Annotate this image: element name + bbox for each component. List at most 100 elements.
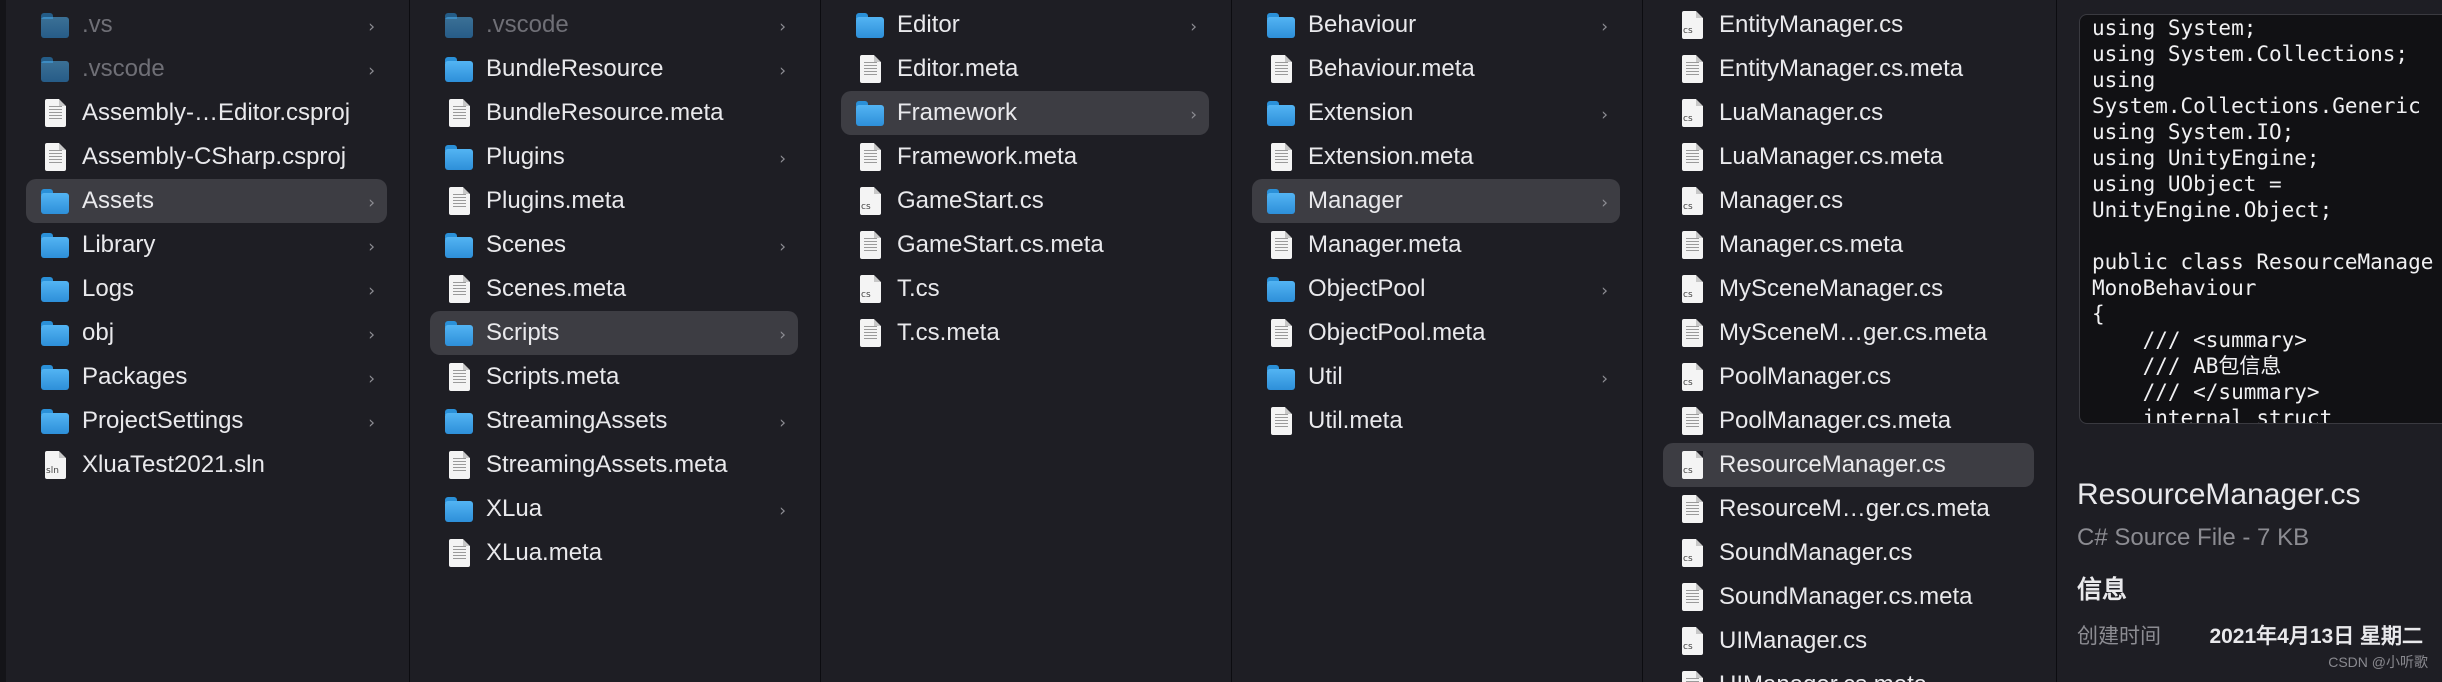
folder-item-logs[interactable]: Logs › [26, 267, 387, 311]
file-item-luamanager-cs-meta[interactable]: LuaManager.cs.meta [1663, 135, 2034, 179]
file-item-t-cs-meta[interactable]: T.cs.meta [841, 311, 1209, 355]
file-item-myscenem-ger-cs-meta[interactable]: MySceneM…ger.cs.meta [1663, 311, 2034, 355]
item-label: Assets [82, 187, 155, 214]
item-label: StreamingAssets [486, 407, 668, 434]
folder-icon [444, 406, 474, 436]
file-item-gamestart-cs-meta[interactable]: GameStart.cs.meta [841, 223, 1209, 267]
file-item-extension-meta[interactable]: Extension.meta [1252, 135, 1620, 179]
folder-item-framework[interactable]: Framework › [841, 91, 1209, 135]
file-item-entitymanager-cs-meta[interactable]: EntityManager.cs.meta [1663, 47, 2034, 91]
chevron-right-icon: › [1601, 369, 1608, 389]
folder-item-assets[interactable]: Assets › [26, 179, 387, 223]
item-label: ObjectPool [1308, 275, 1426, 302]
file-item-framework-meta[interactable]: Framework.meta [841, 135, 1209, 179]
item-label: obj [82, 319, 115, 346]
code-line: using System.Collections; [2092, 42, 2409, 66]
chevron-right-icon: › [1190, 105, 1197, 125]
folder-item-projectsettings[interactable]: ProjectSettings › [26, 399, 387, 443]
file-item-streamingassets-meta[interactable]: StreamingAssets.meta [430, 443, 798, 487]
folder-item-bundleresource[interactable]: BundleResource › [430, 47, 798, 91]
chevron-right-icon: › [368, 369, 375, 389]
file-item-assembly-editor-csproj[interactable]: Assembly-…Editor.csproj [26, 91, 387, 135]
file-item-xlua-meta[interactable]: XLua.meta [430, 531, 798, 575]
document-icon [1677, 582, 1707, 612]
file-type-tag: cs [861, 290, 871, 300]
chevron-right-icon: › [779, 237, 786, 257]
item-label: Manager.cs [1719, 187, 1844, 214]
column-5[interactable]: cs EntityManager.cs EntityManager.cs.meta c… [1643, 0, 2057, 682]
cs-file-icon: cs [1677, 186, 1707, 216]
folder-item-manager[interactable]: Manager › [1252, 179, 1620, 223]
document-icon [1266, 230, 1296, 260]
file-item-plugins-meta[interactable]: Plugins.meta [430, 179, 798, 223]
folder-item-packages[interactable]: Packages › [26, 355, 387, 399]
cs-file-icon: cs [1677, 538, 1707, 568]
folder-item-library[interactable]: Library › [26, 223, 387, 267]
file-item-scripts-meta[interactable]: Scripts.meta [430, 355, 798, 399]
file-item-resourcemanager-cs[interactable]: cs ResourceManager.cs [1663, 443, 2034, 487]
file-item-gamestart-cs[interactable]: cs GameStart.cs [841, 179, 1209, 223]
file-item-myscenemanager-cs[interactable]: cs MySceneManager.cs [1663, 267, 2034, 311]
chevron-right-icon: › [368, 325, 375, 345]
folder-icon [1266, 274, 1296, 304]
file-item-manager-cs[interactable]: cs Manager.cs [1663, 179, 2034, 223]
code-line: public class ResourceManage [2092, 250, 2434, 274]
document-icon [1266, 54, 1296, 84]
file-item-entitymanager-cs[interactable]: cs EntityManager.cs [1663, 3, 2034, 47]
file-item-poolmanager-cs-meta[interactable]: PoolManager.cs.meta [1663, 399, 2034, 443]
folder-item-obj[interactable]: obj › [26, 311, 387, 355]
column-3[interactable]: Editor › Editor.meta Framework › Framework.me… [821, 0, 1232, 682]
column-1[interactable]: .vs › .vscode › Assembly-…Editor.csproj Assem… [0, 0, 410, 682]
folder-item-vs[interactable]: .vs › [26, 3, 387, 47]
item-label: Manager.meta [1308, 231, 1462, 258]
folder-item-scenes[interactable]: Scenes › [430, 223, 798, 267]
file-item-bundleresource-meta[interactable]: BundleResource.meta [430, 91, 798, 135]
folder-item-scripts[interactable]: Scripts › [430, 311, 798, 355]
file-item-manager-cs-meta[interactable]: Manager.cs.meta [1663, 223, 2034, 267]
file-type-tag: cs [1683, 378, 1693, 388]
file-item-t-cs[interactable]: cs T.cs [841, 267, 1209, 311]
folder-item-vscode[interactable]: .vscode › [430, 3, 798, 47]
folder-item-plugins[interactable]: Plugins › [430, 135, 798, 179]
file-item-assembly-csharp-csproj[interactable]: Assembly-CSharp.csproj [26, 135, 387, 179]
file-item-luamanager-cs[interactable]: cs LuaManager.cs [1663, 91, 2034, 135]
folder-item-extension[interactable]: Extension › [1252, 91, 1620, 135]
file-item-uimanager-cs-meta[interactable]: UIManager.cs.meta [1663, 663, 2034, 682]
file-item-behaviour-meta[interactable]: Behaviour.meta [1252, 47, 1620, 91]
file-item-objectpool-meta[interactable]: ObjectPool.meta [1252, 311, 1620, 355]
column-4[interactable]: Behaviour › Behaviour.meta Extension › Extens… [1232, 0, 1643, 682]
file-item-scenes-meta[interactable]: Scenes.meta [430, 267, 798, 311]
file-item-soundmanager-cs-meta[interactable]: SoundManager.cs.meta [1663, 575, 2034, 619]
chevron-right-icon: › [368, 281, 375, 301]
item-label: Behaviour.meta [1308, 55, 1475, 82]
file-item-uimanager-cs[interactable]: cs UIManager.cs [1663, 619, 2034, 663]
item-label: Editor.meta [897, 55, 1019, 82]
folder-icon [40, 318, 70, 348]
file-item-manager-meta[interactable]: Manager.meta [1252, 223, 1620, 267]
code-line: using [2092, 68, 2156, 92]
folder-item-vscode[interactable]: .vscode › [26, 47, 387, 91]
folder-item-behaviour[interactable]: Behaviour › [1252, 3, 1620, 47]
file-item-xluatest2021-sln[interactable]: sln XluaTest2021.sln [26, 443, 387, 487]
file-item-resourcem-ger-cs-meta[interactable]: ResourceM…ger.cs.meta [1663, 487, 2034, 531]
created-label: 创建时间 [2077, 625, 2161, 648]
folder-icon [1266, 186, 1296, 216]
file-item-editor-meta[interactable]: Editor.meta [841, 47, 1209, 91]
folder-item-util[interactable]: Util › [1252, 355, 1620, 399]
folder-icon [444, 142, 474, 172]
preview-file-kind: C# Source File - 7 KB [2077, 524, 2310, 551]
code-preview[interactable]: using System; using System.Collections; us… [2079, 14, 2442, 424]
preview-pane: using System; using System.Collections; us… [2057, 0, 2442, 682]
folder-item-streamingassets[interactable]: StreamingAssets › [430, 399, 798, 443]
item-label: Behaviour [1308, 11, 1417, 38]
folder-item-xlua[interactable]: XLua › [430, 487, 798, 531]
file-item-util-meta[interactable]: Util.meta [1252, 399, 1620, 443]
column-2[interactable]: .vscode › BundleResource › BundleResource.me… [410, 0, 821, 682]
item-label: GameStart.cs.meta [897, 231, 1104, 258]
folder-item-editor[interactable]: Editor › [841, 3, 1209, 47]
file-item-poolmanager-cs[interactable]: cs PoolManager.cs [1663, 355, 2034, 399]
file-item-soundmanager-cs[interactable]: cs SoundManager.cs [1663, 531, 2034, 575]
folder-item-objectpool[interactable]: ObjectPool › [1252, 267, 1620, 311]
folder-icon [1266, 10, 1296, 40]
item-label: GameStart.cs [897, 187, 1044, 214]
